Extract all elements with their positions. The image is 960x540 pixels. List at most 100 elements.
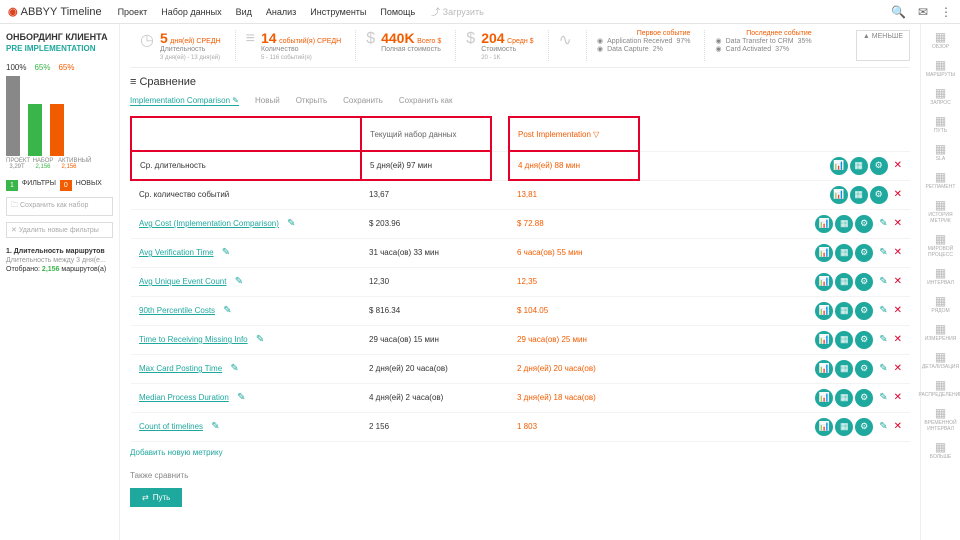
menu-project[interactable]: Проект [118, 7, 148, 17]
grid-icon[interactable]: ▦ [835, 418, 853, 436]
tab-save[interactable]: Сохранить [343, 96, 383, 106]
metric-name[interactable]: Avg Verification Time [139, 248, 214, 257]
rside-item[interactable]: ▦ИНТЕРВАЛ [927, 266, 954, 286]
rside-item[interactable]: ▦ОБЗОР [932, 30, 949, 50]
settings-icon[interactable]: ⚙ [855, 302, 873, 320]
row-edit-icon[interactable]: ✎ [879, 421, 887, 432]
menu-help[interactable]: Помощь [380, 7, 415, 17]
collapse-button[interactable]: ▲ МЕНЬШЕ [856, 30, 910, 61]
rside-item[interactable]: ▦ПУТЬ [934, 114, 947, 134]
chart-icon[interactable]: 📊 [815, 418, 833, 436]
clear-filters-button[interactable]: ✕ Удалить новые фильтры [6, 222, 113, 238]
grid-icon[interactable]: ▦ [850, 157, 868, 175]
rside-item[interactable]: ▦ЗАПРОС [930, 86, 951, 106]
settings-icon[interactable]: ⚙ [855, 418, 873, 436]
edit-icon[interactable]: ✎ [230, 363, 238, 374]
settings-icon[interactable]: ⚙ [855, 244, 873, 262]
edit-icon[interactable]: ✎ [256, 334, 264, 345]
settings-icon[interactable]: ⚙ [855, 360, 873, 378]
upload-button[interactable]: ⤴ Загрузить [431, 5, 484, 18]
delete-icon[interactable]: ✕ [894, 334, 902, 345]
metric-name[interactable]: Max Card Posting Time [139, 364, 222, 373]
delete-icon[interactable]: ✕ [894, 160, 902, 171]
menu-dataset[interactable]: Набор данных [161, 7, 221, 17]
grid-icon[interactable]: ▦ [850, 186, 868, 204]
tab-saveas[interactable]: Сохранить как [399, 96, 453, 106]
rside-item[interactable]: ▦ИЗМЕРЕНИЯ [925, 322, 957, 342]
path-button[interactable]: ⇄ Путь [130, 488, 182, 507]
col-post[interactable]: Post Implementation ▽ [509, 117, 639, 151]
search-icon[interactable]: 🔍 [891, 5, 906, 19]
row-edit-icon[interactable]: ✎ [879, 334, 887, 345]
rside-item[interactable]: ▦РАСПРЕДЕЛЕНИЕ [919, 378, 960, 398]
grid-icon[interactable]: ▦ [835, 244, 853, 262]
edit-icon[interactable]: ✎ [287, 218, 295, 229]
settings-icon[interactable]: ⚙ [855, 331, 873, 349]
metric-name[interactable]: Median Process Duration [139, 393, 229, 402]
row-edit-icon[interactable]: ✎ [879, 218, 887, 229]
chart-icon[interactable]: 📊 [830, 186, 848, 204]
metric-name[interactable]: Avg Unique Event Count [139, 277, 226, 286]
menu-tools[interactable]: Инструменты [310, 7, 366, 17]
chart-icon[interactable]: 📊 [815, 215, 833, 233]
rside-item[interactable]: ▦МАРШРУТЫ [926, 58, 955, 78]
settings-icon[interactable]: ⚙ [855, 389, 873, 407]
delete-icon[interactable]: ✕ [894, 421, 902, 432]
row-edit-icon[interactable]: ✎ [879, 305, 887, 316]
grid-icon[interactable]: ▦ [835, 360, 853, 378]
grid-icon[interactable]: ▦ [835, 215, 853, 233]
edit-icon[interactable]: ✎ [211, 421, 219, 432]
delete-icon[interactable]: ✕ [894, 392, 902, 403]
tab-impl-compare[interactable]: Implementation Comparison ✎ [130, 96, 239, 106]
menu-view[interactable]: Вид [236, 7, 252, 17]
rside-item[interactable]: ▦РЯДОМ [931, 294, 949, 314]
delete-icon[interactable]: ✕ [894, 189, 902, 200]
delete-icon[interactable]: ✕ [894, 247, 902, 258]
tab-new[interactable]: Новый [255, 96, 280, 106]
chart-icon[interactable]: 📊 [815, 331, 833, 349]
row-edit-icon[interactable]: ✎ [879, 363, 887, 374]
metric-name[interactable]: Time to Receiving Missing Info [139, 335, 248, 344]
rside-item[interactable]: ▦БОЛЬШЕ [930, 440, 952, 460]
chart-icon[interactable]: 📊 [830, 157, 848, 175]
grid-icon[interactable]: ▦ [835, 389, 853, 407]
metric-name[interactable]: Avg Cost (Implementation Comparison) [139, 219, 279, 228]
settings-icon[interactable]: ⚙ [870, 186, 888, 204]
edit-icon[interactable]: ✎ [222, 247, 230, 258]
chart-icon[interactable]: 📊 [815, 302, 833, 320]
edit-icon[interactable]: ✎ [235, 276, 243, 287]
row-edit-icon[interactable]: ✎ [879, 247, 887, 258]
metric-name[interactable]: Count of timelines [139, 422, 203, 431]
delete-icon[interactable]: ✕ [894, 363, 902, 374]
chart-icon[interactable]: 📊 [815, 273, 833, 291]
mail-icon[interactable]: ✉ [918, 5, 928, 19]
settings-icon[interactable]: ⚙ [870, 157, 888, 175]
delete-icon[interactable]: ✕ [894, 305, 902, 316]
rside-item[interactable]: ▦ДЕТАЛИЗАЦИЯ [922, 350, 959, 370]
rside-item[interactable]: ▦МИРОВОЙ ПРОЦЕСС [921, 232, 960, 258]
chart-icon[interactable]: 📊 [815, 244, 833, 262]
menu-analysis[interactable]: Анализ [266, 7, 296, 17]
delete-icon[interactable]: ✕ [894, 218, 902, 229]
delete-icon[interactable]: ✕ [894, 276, 902, 287]
add-metric-link[interactable]: Добавить новую метрику [130, 448, 223, 457]
row-edit-icon[interactable]: ✎ [879, 392, 887, 403]
settings-icon[interactable]: ⚙ [855, 273, 873, 291]
rside-item[interactable]: ▦РЕГЛАМЕНТ [926, 170, 956, 190]
grid-icon[interactable]: ▦ [835, 331, 853, 349]
edit-icon[interactable]: ✎ [237, 392, 245, 403]
edit-icon[interactable]: ✎ [223, 305, 231, 316]
tab-open[interactable]: Открыть [296, 96, 327, 106]
rside-item[interactable]: ▦SLA [935, 142, 946, 162]
rside-item[interactable]: ▦ИСТОРИЯ МЕТРИК [921, 198, 960, 224]
grid-icon[interactable]: ▦ [835, 273, 853, 291]
settings-icon[interactable]: ⚙ [855, 215, 873, 233]
metric-name[interactable]: 90th Percentile Costs [139, 306, 215, 315]
grid-icon[interactable]: ▦ [835, 302, 853, 320]
save-as-set-button[interactable]: 🗀 Сохранить как набор [6, 197, 113, 216]
chart-icon[interactable]: 📊 [815, 360, 833, 378]
rside-item[interactable]: ▦ВРЕМЕННОЙ ИНТЕРВАЛ [921, 406, 960, 432]
row-edit-icon[interactable]: ✎ [879, 276, 887, 287]
chart-icon[interactable]: 📊 [815, 389, 833, 407]
more-icon[interactable]: ⋮ [940, 5, 952, 19]
